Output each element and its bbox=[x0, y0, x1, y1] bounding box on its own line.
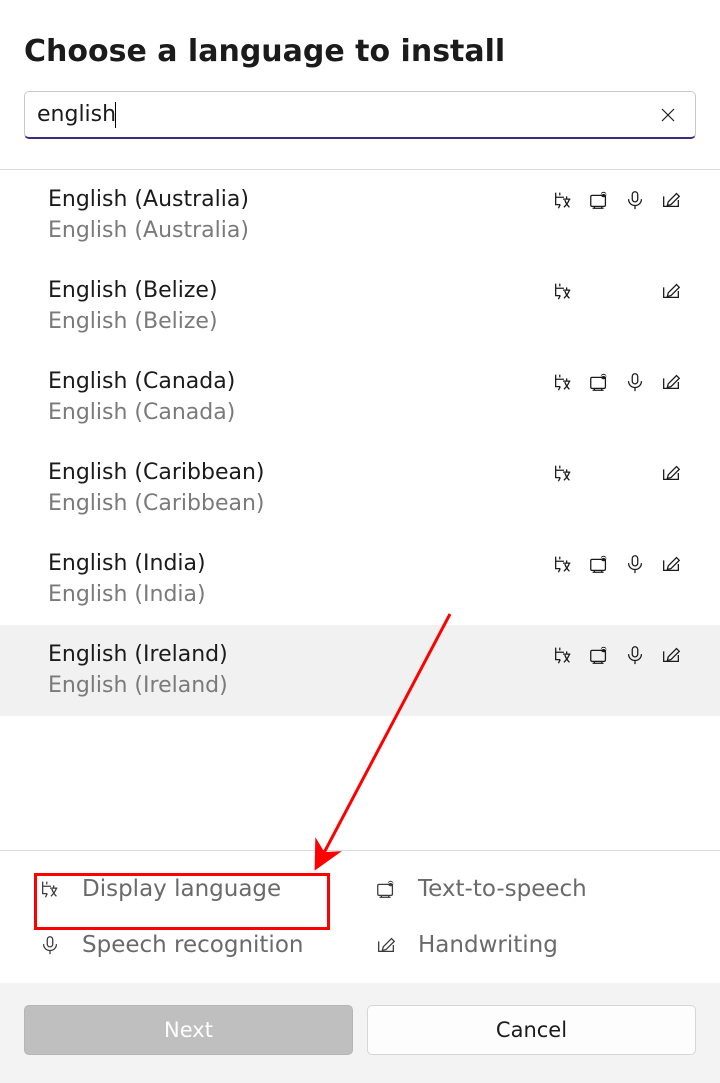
clear-search-button[interactable] bbox=[651, 98, 685, 132]
close-icon bbox=[660, 107, 676, 123]
language-row[interactable]: English (Australia) English (Australia) bbox=[0, 170, 720, 261]
language-name: English (Australia) bbox=[48, 187, 249, 212]
handwriting-icon bbox=[660, 644, 682, 666]
speech-recognition-icon bbox=[624, 371, 646, 393]
legend-handwriting: Handwriting bbox=[374, 932, 690, 958]
text-to-speech-icon bbox=[588, 462, 610, 484]
speech-recognition-icon bbox=[38, 933, 62, 957]
text-to-speech-icon bbox=[588, 553, 610, 575]
language-install-dialog: Choose a language to install english Eng… bbox=[0, 0, 720, 1083]
cancel-button-label: Cancel bbox=[496, 1018, 567, 1042]
language-native-name: English (Australia) bbox=[48, 218, 682, 243]
speech-recognition-icon bbox=[624, 280, 646, 302]
handwriting-icon bbox=[660, 280, 682, 302]
display-language-icon bbox=[552, 371, 574, 393]
language-name: English (Ireland) bbox=[48, 642, 228, 667]
language-name: English (India) bbox=[48, 551, 206, 576]
next-button[interactable]: Next bbox=[24, 1005, 353, 1055]
language-native-name: English (India) bbox=[48, 582, 682, 607]
language-row[interactable]: English (Belize) English (Belize) bbox=[0, 261, 720, 352]
language-native-name: English (Ireland) bbox=[48, 673, 682, 698]
handwriting-icon bbox=[660, 371, 682, 393]
language-native-name: English (Belize) bbox=[48, 309, 682, 334]
text-to-speech-icon bbox=[374, 877, 398, 901]
legend-speech-recognition-label: Speech recognition bbox=[82, 932, 303, 958]
page-title: Choose a language to install bbox=[24, 34, 696, 69]
display-language-icon bbox=[552, 462, 574, 484]
language-name: English (Belize) bbox=[48, 278, 218, 303]
legend-display-language: Display language bbox=[38, 876, 354, 902]
speech-recognition-icon bbox=[624, 462, 646, 484]
language-capabilities bbox=[552, 280, 682, 302]
legend-handwriting-label: Handwriting bbox=[418, 932, 558, 958]
language-capabilities bbox=[552, 553, 682, 575]
language-capabilities bbox=[552, 644, 682, 666]
display-language-icon bbox=[552, 553, 574, 575]
language-name: English (Canada) bbox=[48, 369, 235, 394]
legend-grid: Display language Text-to-speech Speech r… bbox=[0, 851, 720, 983]
handwriting-icon bbox=[374, 933, 398, 957]
legend-speech-recognition: Speech recognition bbox=[38, 932, 354, 958]
handwriting-icon bbox=[660, 462, 682, 484]
text-to-speech-icon bbox=[588, 644, 610, 666]
language-row[interactable]: English (Ireland) English (Ireland) bbox=[0, 625, 720, 716]
speech-recognition-icon bbox=[624, 189, 646, 211]
language-row[interactable]: English (India) English (India) bbox=[0, 534, 720, 625]
language-native-name: English (Caribbean) bbox=[48, 491, 682, 516]
text-caret bbox=[115, 102, 116, 128]
language-capabilities bbox=[552, 189, 682, 211]
legend-display-language-label: Display language bbox=[82, 876, 281, 902]
display-language-icon bbox=[552, 280, 574, 302]
display-language-icon bbox=[552, 189, 574, 211]
language-capabilities bbox=[552, 371, 682, 393]
language-capabilities bbox=[552, 462, 682, 484]
language-native-name: English (Canada) bbox=[48, 400, 682, 425]
dialog-footer: Next Cancel bbox=[0, 983, 720, 1083]
legend-section: Display language Text-to-speech Speech r… bbox=[0, 850, 720, 983]
language-row[interactable]: English (Canada) English (Canada) bbox=[0, 352, 720, 443]
handwriting-icon bbox=[660, 189, 682, 211]
language-name: English (Caribbean) bbox=[48, 460, 265, 485]
speech-recognition-icon bbox=[624, 644, 646, 666]
handwriting-icon bbox=[660, 553, 682, 575]
text-to-speech-icon bbox=[588, 371, 610, 393]
text-to-speech-icon bbox=[588, 189, 610, 211]
text-to-speech-icon bbox=[588, 280, 610, 302]
speech-recognition-icon bbox=[624, 553, 646, 575]
legend-text-to-speech-label: Text-to-speech bbox=[418, 876, 587, 902]
cancel-button[interactable]: Cancel bbox=[367, 1005, 696, 1055]
display-language-icon bbox=[552, 644, 574, 666]
legend-text-to-speech: Text-to-speech bbox=[374, 876, 690, 902]
language-list: English (Australia)English (Australia)En… bbox=[0, 170, 720, 850]
display-language-icon bbox=[38, 877, 62, 901]
language-row[interactable]: English (Caribbean) English (Caribbean) bbox=[0, 443, 720, 534]
search-input-value[interactable]: english bbox=[37, 102, 116, 128]
search-input[interactable]: english bbox=[24, 91, 696, 139]
next-button-label: Next bbox=[164, 1018, 213, 1042]
